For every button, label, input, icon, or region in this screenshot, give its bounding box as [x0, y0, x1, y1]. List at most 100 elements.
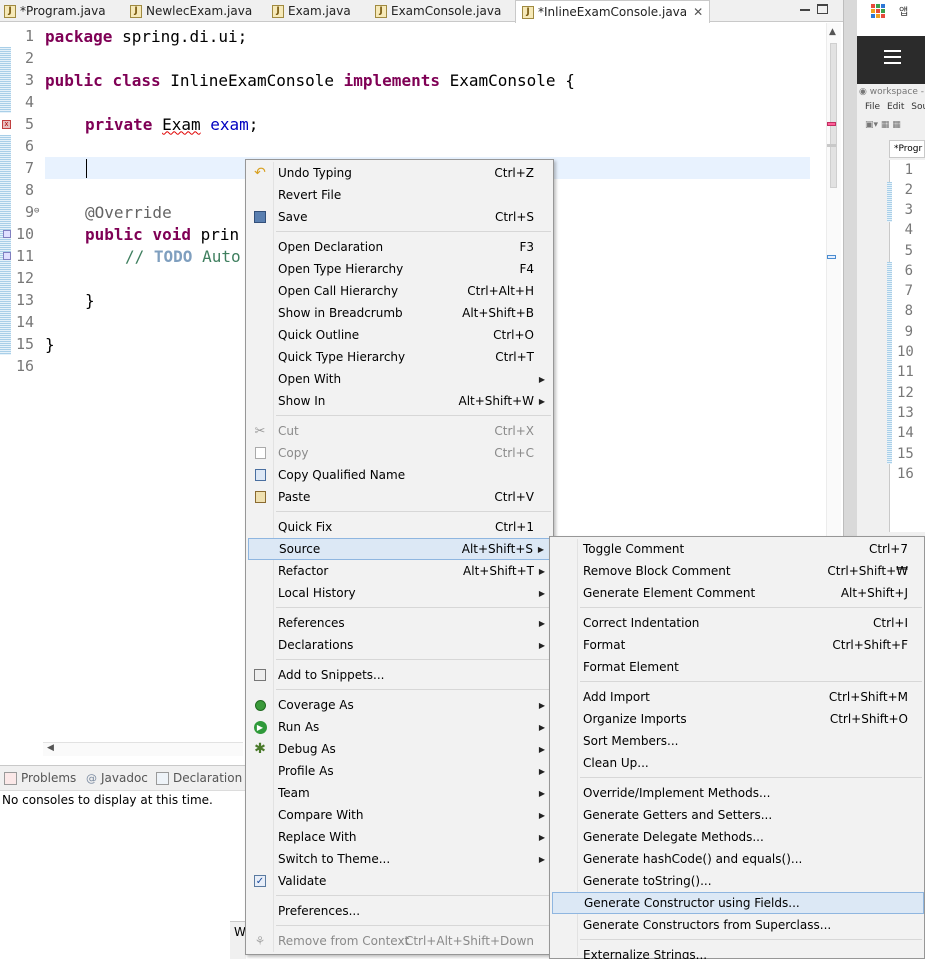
menu-item-paste[interactable]: Paste Ctrl+V [248, 486, 553, 508]
task-marker-icon[interactable] [3, 252, 11, 260]
overview-marker[interactable] [827, 144, 836, 147]
menu-item-remove-block-comment[interactable]: Remove Block Comment Ctrl+Shift+₩ [552, 560, 924, 582]
menu-item-quick-fix[interactable]: Quick Fix Ctrl+1 [248, 516, 553, 538]
menu-item-accelerator: Ctrl+C [494, 446, 534, 460]
declaration-icon [156, 771, 169, 785]
menu-item-declarations[interactable]: Declarations ▶ [248, 634, 553, 656]
menu-item-cut[interactable]: ✂ Cut Ctrl+X [248, 420, 553, 442]
menu-item-accelerator: Ctrl+Shift+₩ [827, 564, 908, 578]
menu-item-preferences[interactable]: Preferences... [248, 900, 553, 922]
menu-item-sort-members[interactable]: Sort Members... [552, 730, 924, 752]
tab-program-java[interactable]: J *Program.java [4, 0, 106, 22]
apps-grid-icon[interactable] [871, 4, 886, 19]
menu-item-switch-to-theme[interactable]: Switch to Theme... ▶ [248, 848, 553, 870]
line-number: 4 [904, 222, 913, 238]
menu-item-source[interactable]: Source Alt+Shift+S ▶ [248, 538, 553, 560]
menu-item-open-declaration[interactable]: Open Declaration F3 [248, 236, 553, 258]
save-icon [252, 209, 268, 225]
menu-item-open-call-hierarchy[interactable]: Open Call Hierarchy Ctrl+Alt+H [248, 280, 553, 302]
scroll-left-arrow-icon[interactable]: ◀ [47, 743, 54, 753]
save-icon[interactable]: ▦ [881, 120, 890, 130]
overview-task-marker[interactable] [827, 255, 836, 259]
menu-item-externalize-strings[interactable]: Externalize Strings... [552, 944, 924, 959]
menu-item-copy[interactable]: Copy Ctrl+C [248, 442, 553, 464]
menu-item-refactor[interactable]: Refactor Alt+Shift+T ▶ [248, 560, 553, 582]
menu-item-format-element[interactable]: Format Element [552, 656, 924, 678]
line-number: 12 [897, 385, 914, 401]
menu-item-open-with[interactable]: Open With ▶ [248, 368, 553, 390]
menu-item-coverage-as[interactable]: Coverage As ▶ [248, 694, 553, 716]
menu-item-run-as[interactable]: ▶ Run As ▶ [248, 716, 553, 738]
menu-item-validate[interactable]: ✓ Validate [248, 870, 553, 892]
tab-newlecexam-java[interactable]: J NewlecExam.java [130, 0, 252, 22]
bg-editor-tab[interactable]: *Progr [889, 140, 925, 158]
menu-item-profile-as[interactable]: Profile As ▶ [248, 760, 553, 782]
minimize-icon[interactable] [800, 9, 810, 11]
menu-item-format[interactable]: Format Ctrl+Shift+F [552, 634, 924, 656]
fold-collapse-icon[interactable]: ⊖ [34, 206, 39, 216]
scrollbar-thumb[interactable] [830, 43, 837, 188]
save-all-icon[interactable]: ▦ [892, 120, 901, 130]
menu-item-team[interactable]: Team ▶ [248, 782, 553, 804]
tab-javadoc[interactable]: @ Javadoc [86, 771, 148, 785]
tab-examconsole-java[interactable]: J ExamConsole.java [375, 0, 501, 22]
menu-item-generate-element-comment[interactable]: Generate Element Comment Alt+Shift+J [552, 582, 924, 604]
tab-declaration[interactable]: Declaration [156, 771, 242, 785]
menu-item-references[interactable]: References ▶ [248, 612, 553, 634]
menu-item-add-import[interactable]: Add Import Ctrl+Shift+M [552, 686, 924, 708]
menu-item-show-in[interactable]: Show In Alt+Shift+W ▶ [248, 390, 553, 412]
menu-item-quick-outline[interactable]: Quick Outline Ctrl+O [248, 324, 553, 346]
scroll-up-arrow-icon[interactable]: ▲ [829, 27, 836, 37]
overview-error-marker[interactable] [827, 122, 836, 126]
menu-item-label: Toggle Comment [583, 542, 685, 556]
hamburger-menu-icon[interactable] [884, 50, 901, 64]
menu-item-undo-typing[interactable]: ↶ Undo Typing Ctrl+Z [248, 162, 553, 184]
error-marker-icon[interactable]: x [2, 120, 11, 129]
menu-item-clean-up[interactable]: Clean Up... [552, 752, 924, 774]
menu-edit[interactable]: Edit [887, 102, 904, 112]
keyword: public [85, 224, 143, 244]
menu-item-organize-imports[interactable]: Organize Imports Ctrl+Shift+O [552, 708, 924, 730]
submenu-arrow-icon: ▶ [538, 854, 545, 864]
override-marker-icon[interactable] [3, 230, 11, 238]
menu-item-accelerator: Ctrl+Shift+F [832, 638, 908, 652]
menu-item-local-history[interactable]: Local History ▶ [248, 582, 553, 604]
menu-file[interactable]: File [865, 102, 880, 112]
menu-item-label: Sort Members... [583, 734, 679, 748]
menu-item-compare-with[interactable]: Compare With ▶ [248, 804, 553, 826]
menu-item-copy-qualified-name[interactable]: Copy Qualified Name [248, 464, 553, 486]
menu-item-toggle-comment[interactable]: Toggle Comment Ctrl+7 [552, 538, 924, 560]
menu-source[interactable]: Sou [911, 102, 925, 112]
menu-item-revert-file[interactable]: Revert File [248, 184, 553, 206]
menu-item-generate-constructor-using-fields[interactable]: Generate Constructor using Fields... [552, 892, 924, 914]
problems-icon [4, 771, 17, 785]
menu-item-generate-tostring[interactable]: Generate toString()... [552, 870, 924, 892]
menu-item-generate-getters-and-setters[interactable]: Generate Getters and Setters... [552, 804, 924, 826]
menu-item-correct-indentation[interactable]: Correct Indentation Ctrl+I [552, 612, 924, 634]
menu-item-accelerator: Alt+Shift+T [463, 564, 534, 578]
menu-item-label: Preferences... [278, 904, 361, 918]
tab-exam-java[interactable]: J Exam.java [272, 0, 351, 22]
menu-item-replace-with[interactable]: Replace With ▶ [248, 826, 553, 848]
menu-item-generate-constructors-from-superclass[interactable]: Generate Constructors from Superclass... [552, 914, 924, 936]
copy-icon [252, 445, 268, 461]
menu-item-generate-delegate-methods[interactable]: Generate Delegate Methods... [552, 826, 924, 848]
menu-item-quick-type-hierarchy[interactable]: Quick Type Hierarchy Ctrl+T [248, 346, 553, 368]
menu-item-remove-from-context[interactable]: ⚘ Remove from Context Ctrl+Alt+Shift+Down [248, 930, 553, 952]
menu-item-save[interactable]: Save Ctrl+S [248, 206, 553, 228]
new-icon[interactable]: ▣▾ [865, 120, 878, 130]
close-icon[interactable]: ✕ [693, 5, 703, 19]
menu-item-open-type-hierarchy[interactable]: Open Type Hierarchy F4 [248, 258, 553, 280]
menu-item-generate-hashcode-and-equals[interactable]: Generate hashCode() and equals()... [552, 848, 924, 870]
tab-inlineexamconsole-java[interactable]: J *InlineExamConsole.java ✕ [515, 0, 711, 23]
maximize-icon[interactable] [817, 4, 828, 14]
menu-item-debug-as[interactable]: ✱ Debug As ▶ [248, 738, 553, 760]
line-number: 16 [15, 357, 34, 375]
todo-tag: TODO [153, 246, 193, 266]
menu-item-override-implement-methods[interactable]: Override/Implement Methods... [552, 782, 924, 804]
tab-problems[interactable]: Problems [4, 771, 76, 785]
menu-item-accelerator: Ctrl+Alt+H [467, 284, 534, 298]
menu-item-show-in-breadcrumb[interactable]: Show in Breadcrumb Alt+Shift+B [248, 302, 553, 324]
editor-horizontal-scrollbar[interactable]: ◀ [43, 742, 243, 756]
menu-item-add-to-snippets[interactable]: Add to Snippets... [248, 664, 553, 686]
